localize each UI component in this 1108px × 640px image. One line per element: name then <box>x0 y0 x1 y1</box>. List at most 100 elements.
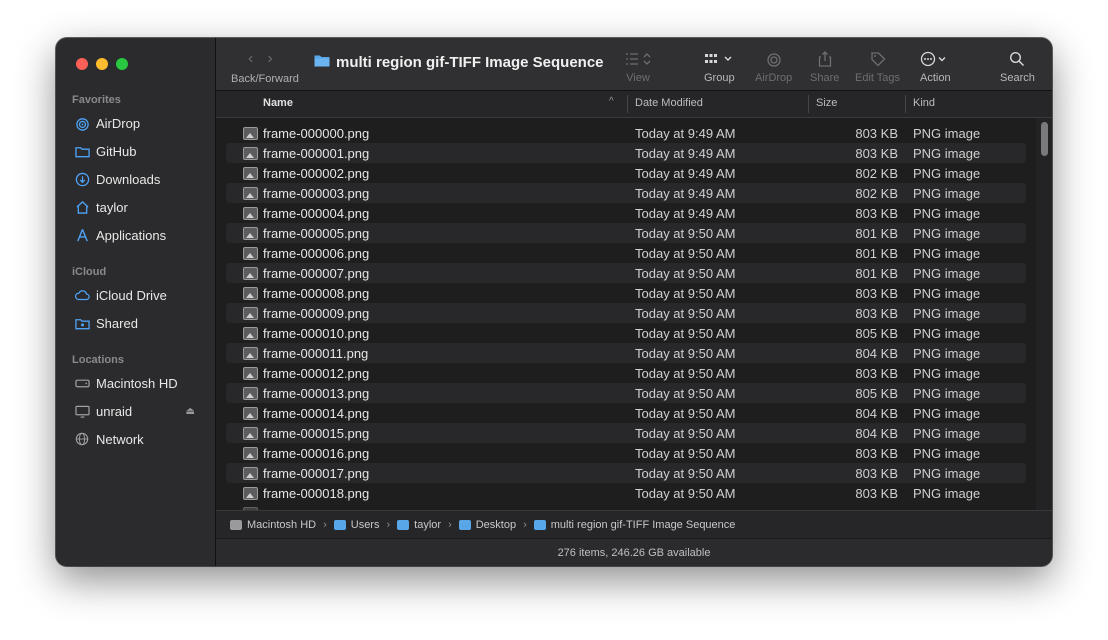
table-row[interactable]: frame-000007.png Today at 9:50 AM 801 KB PN… <box>226 263 1026 283</box>
table-row[interactable]: frame-000010.png Today at 9:50 AM 805 KB PN… <box>226 323 1026 343</box>
folder-icon <box>458 519 471 530</box>
file-kind: PNG image <box>913 126 981 141</box>
column-kind[interactable]: Kind <box>913 97 935 109</box>
file-kind: PNG image <box>913 426 981 441</box>
table-row[interactable]: frame-000005.png Today at 9:50 AM 801 KB PN… <box>226 223 1026 243</box>
table-row[interactable]: frame-000008.png Today at 9:50 AM 803 KB PN… <box>226 283 1026 303</box>
back-chevron-icon[interactable]: ‹ <box>248 50 253 68</box>
scrollbar[interactable] <box>1036 118 1052 510</box>
window-title-text: multi region gif-TIFF Image Sequence <box>336 54 604 71</box>
file-kind: PNG image <box>913 346 981 361</box>
file-name: frame-000008.png <box>263 286 370 301</box>
action-button[interactable]: Action <box>920 48 951 84</box>
sidebar-item-label: taylor <box>96 199 128 215</box>
file-kind: PNG image <box>913 166 981 181</box>
file-date-modified: Today at 9:50 AM <box>635 446 736 461</box>
column-divider[interactable] <box>627 95 628 113</box>
sidebar-item-unraid[interactable]: unraid ⏏ <box>74 400 209 422</box>
table-row[interactable]: frame-000011.png Today at 9:50 AM 804 KB PN… <box>226 343 1026 363</box>
path-crumb-current-folder[interactable]: multi region gif-TIFF Image Sequence <box>533 519 735 531</box>
table-row[interactable]: frame-000016.png Today at 9:50 AM 803 KB PN… <box>226 443 1026 463</box>
sort-ascending-icon[interactable]: ^ <box>609 96 614 107</box>
file-name: frame-000012.png <box>263 366 370 381</box>
path-crumb-macintosh-hd[interactable]: Macintosh HD › <box>230 519 334 531</box>
table-row[interactable]: frame-000001.png Today at 9:49 AM 803 KB PN… <box>226 143 1026 163</box>
table-row[interactable]: frame-000013.png Today at 9:50 AM 805 KB PN… <box>226 383 1026 403</box>
table-row[interactable]: frame-000017.png Today at 9:50 AM 803 KB PN… <box>226 463 1026 483</box>
maximize-window-button[interactable] <box>116 58 128 70</box>
table-row[interactable]: frame-000004.png Today at 9:49 AM 803 KB PN… <box>226 203 1026 223</box>
share-button[interactable]: Share <box>810 48 839 84</box>
file-date-modified: Today at 9:50 AM <box>635 326 736 341</box>
airdrop-icon <box>74 115 90 131</box>
airdrop-button[interactable]: AirDrop <box>755 48 792 84</box>
sidebar-item-icloud-drive[interactable]: iCloud Drive <box>74 284 209 306</box>
file-size: 803 KB <box>855 466 898 481</box>
action-label: Action <box>920 72 951 84</box>
group-label: Group <box>704 72 735 84</box>
png-file-icon <box>243 327 258 340</box>
table-row[interactable]: frame-000012.png Today at 9:50 AM 803 KB PN… <box>226 363 1026 383</box>
downloads-icon <box>74 171 90 187</box>
file-kind: PNG image <box>913 466 981 481</box>
window-title: multi region gif-TIFF Image Sequence <box>314 54 604 71</box>
sidebar-item-network[interactable]: Network <box>74 428 209 450</box>
table-row[interactable]: frame-000000.png Today at 9:49 AM 803 KB PN… <box>226 123 1026 143</box>
eject-icon[interactable]: ⏏ <box>186 406 195 417</box>
forward-chevron-icon[interactable]: › <box>267 50 272 68</box>
group-button[interactable]: Group <box>704 48 735 84</box>
file-size: 803 KB <box>855 306 898 321</box>
file-date-modified: Today at 9:50 AM <box>635 306 736 321</box>
png-file-icon <box>243 427 258 440</box>
column-name[interactable]: Name <box>263 97 293 109</box>
airdrop-label: AirDrop <box>755 72 793 84</box>
file-size: 803 KB <box>855 486 898 501</box>
column-date-modified[interactable]: Date Modified <box>635 97 703 109</box>
sidebar-item-label: Macintosh HD <box>96 375 178 391</box>
toolbar: ‹ › Back/Forward multi region gif-TIFF I… <box>216 38 1052 91</box>
sidebar-item-macintosh-hd[interactable]: Macintosh HD <box>74 372 209 394</box>
column-size[interactable]: Size <box>816 97 837 109</box>
table-row[interactable]: frame-000018.png Today at 9:50 AM 803 KB PN… <box>226 483 1026 503</box>
search-button[interactable]: Search <box>1000 48 1035 84</box>
file-date-modified: Today at 9:50 AM <box>635 266 736 281</box>
png-file-icon <box>243 487 258 500</box>
table-row[interactable]: frame-000006.png Today at 9:50 AM 801 KB PN… <box>226 243 1026 263</box>
sidebar-item-taylor[interactable]: taylor <box>74 196 209 218</box>
back-forward-controls: ‹ › <box>248 50 273 68</box>
sidebar-item-airdrop[interactable]: AirDrop <box>74 112 209 134</box>
column-divider[interactable] <box>808 95 809 113</box>
sidebar-item-shared[interactable]: Shared <box>74 312 209 334</box>
png-file-icon <box>243 307 258 320</box>
table-row[interactable]: frame-000003.png Today at 9:49 AM 802 KB PN… <box>226 183 1026 203</box>
file-size: 803 KB <box>855 206 898 221</box>
close-window-button[interactable] <box>76 58 88 70</box>
chevron-right-icon: › <box>386 518 391 531</box>
icloud-icon <box>74 287 90 303</box>
file-size: 804 KB <box>855 346 898 361</box>
table-row[interactable]: frame-000014.png Today at 9:50 AM 804 KB PN… <box>226 403 1026 423</box>
minimize-window-button[interactable] <box>96 58 108 70</box>
file-kind: PNG image <box>913 146 981 161</box>
table-row[interactable]: frame-000002.png Today at 9:49 AM 802 KB PN… <box>226 163 1026 183</box>
sidebar-item-downloads[interactable]: Downloads <box>74 168 209 190</box>
scroll-thumb[interactable] <box>1041 122 1048 156</box>
view-label: View <box>626 72 650 84</box>
column-divider[interactable] <box>905 95 906 113</box>
png-file-icon <box>243 127 258 140</box>
back-forward-label: Back/Forward <box>231 73 299 85</box>
path-crumb-users[interactable]: Users › <box>333 518 397 531</box>
edit-tags-button[interactable]: Edit Tags <box>855 48 900 84</box>
shared-folder-icon <box>74 315 90 331</box>
file-date-modified: Today at 9:50 AM <box>635 366 736 381</box>
sidebar-item-github[interactable]: GitHub <box>74 140 209 162</box>
view-button[interactable]: View <box>625 48 651 84</box>
table-row[interactable]: frame-000015.png Today at 9:50 AM 804 KB PN… <box>226 423 1026 443</box>
sidebar-item-applications[interactable]: Applications <box>74 224 209 246</box>
path-crumb-taylor[interactable]: taylor › <box>397 519 459 531</box>
table-row-partial[interactable] <box>226 503 1026 510</box>
share-icon <box>818 48 832 70</box>
path-crumb-desktop[interactable]: Desktop › <box>458 519 534 531</box>
column-header: Name ^ Date Modified Size Kind <box>216 91 1052 118</box>
table-row[interactable]: frame-000009.png Today at 9:50 AM 803 KB PN… <box>226 303 1026 323</box>
